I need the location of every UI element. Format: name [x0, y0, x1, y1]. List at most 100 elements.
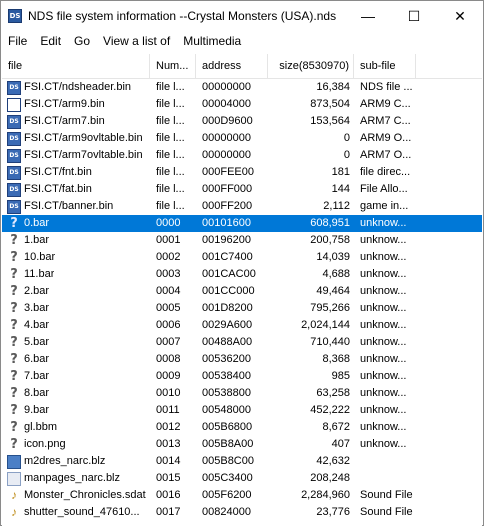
size-cell: 144: [331, 183, 350, 195]
list-item[interactable]: ? 8.bar 0010 00538800 63,258 unknow...: [2, 385, 482, 402]
unknown-icon: ?: [10, 369, 18, 384]
size-cell: 14,039: [316, 251, 350, 263]
list-item[interactable]: ? 6.bar 0008 00536200 8,368 unknow...: [2, 351, 482, 368]
list-item[interactable]: DS FSI.CT/fat.bin file l... 000FF000 144 File…: [2, 181, 482, 198]
number-cell: 0014: [156, 455, 181, 467]
file-name: 8.bar: [24, 387, 50, 399]
unknown-icon: ?: [10, 301, 18, 316]
sub-file-cell: unknow...: [360, 353, 407, 365]
column-header-sub-file[interactable]: sub-file: [354, 54, 416, 78]
list-item[interactable]: ? 9.bar 0011 00548000 452,222 unknow...: [2, 402, 482, 419]
ds-icon: DS: [7, 131, 21, 146]
app-window: DS NDS file system information --Crystal…: [0, 0, 484, 526]
sub-file-cell: unknow...: [360, 387, 407, 399]
unknown-icon: ?: [10, 267, 18, 282]
sub-file-cell: ARM9 O...: [360, 132, 412, 144]
list-item[interactable]: FSI.CT/arm9.bin file l... 00004000 873,504 A…: [2, 96, 482, 113]
unknown-icon: ?: [10, 318, 18, 333]
number-cell: 0011: [156, 404, 180, 416]
list-item[interactable]: DS FSI.CT/banner.bin file l... 000FF200 2,11…: [2, 198, 482, 215]
number-cell: 0009: [156, 370, 181, 382]
menu-file[interactable]: File: [1, 31, 33, 51]
address-cell: 000FF200: [202, 200, 253, 212]
size-cell: 2,112: [323, 200, 350, 212]
menu-edit[interactable]: Edit: [33, 31, 67, 51]
ds-icon: DS: [7, 165, 21, 180]
list-item[interactable]: ♪ Monster_Chronicles.sdat 0016 005F6200 2,28…: [2, 487, 482, 504]
file-name: 6.bar: [24, 353, 50, 365]
list-item[interactable]: ? icon.png 0013 005B8A00 407 unknow...: [2, 436, 482, 453]
column-header-size[interactable]: size(8530970): [268, 54, 354, 78]
unknown-icon: ?: [10, 284, 18, 299]
list-item[interactable]: ? 2.bar 0004 001CC000 49,464 unknow...: [2, 283, 482, 300]
sub-file-cell: ARM9 C...: [360, 98, 411, 110]
list-item[interactable]: DS FSI.CT/arm7ovltable.bin file l... 000000…: [2, 147, 482, 164]
size-cell: 42,632: [316, 455, 350, 467]
file-name: shutter_sound_47610...: [24, 506, 140, 518]
column-header-address[interactable]: address: [196, 54, 268, 78]
list-item[interactable]: ? 0.bar 0000 00101600 608,951 unknow...: [2, 215, 482, 232]
list-item[interactable]: DS FSI.CT/ndsheader.bin file l... 00000000 1…: [2, 79, 482, 96]
size-cell: 0: [343, 149, 350, 161]
list-item[interactable]: ? 4.bar 0006 0029A600 2,024,144 unknow...: [2, 317, 482, 334]
number-cell: 0007: [156, 336, 181, 348]
list-header: file Num... address size(8530970) sub-fi…: [2, 54, 482, 79]
list-item[interactable]: DS FSI.CT/arm9ovltable.bin file l... 000000…: [2, 130, 482, 147]
address-cell: 00004000: [202, 98, 251, 110]
list-item[interactable]: ? 1.bar 0001 00196200 200,758 unknow...: [2, 232, 482, 249]
address-cell: 001CAC00: [202, 268, 256, 280]
title-bar[interactable]: DS NDS file system information --Crystal…: [1, 1, 483, 31]
arm9-icon: [7, 97, 21, 112]
size-cell: 452,222: [310, 404, 350, 416]
menu-multimedia[interactable]: Multimedia: [176, 31, 247, 51]
size-cell: 795,266: [310, 302, 350, 314]
list-item[interactable]: manpages_narc.blz 0015 005C3400 208,248: [2, 470, 482, 487]
list-item[interactable]: ? 3.bar 0005 001D8200 795,266 unknow...: [2, 300, 482, 317]
number-cell: 0010: [156, 387, 181, 399]
size-cell: 985: [331, 370, 350, 382]
list-item[interactable]: m2dres_narc.blz 0014 005B8C00 42,632: [2, 453, 482, 470]
file-cell: DS FSI.CT/fat.bin: [2, 181, 150, 198]
file-list[interactable]: file Num... address size(8530970) sub-fi…: [2, 54, 482, 526]
list-item[interactable]: ? 10.bar 0002 001C7400 14,039 unknow...: [2, 249, 482, 266]
number-cell: file l...: [156, 183, 185, 195]
file-name: m2dres_narc.blz: [24, 455, 106, 467]
menu-view-list[interactable]: View a list of: [96, 31, 176, 51]
address-cell: 005B8A00: [202, 438, 254, 450]
list-item[interactable]: ♪ shutter_sound_47610... 0017 00824000 23,77…: [2, 504, 482, 521]
number-cell: 0015: [156, 472, 181, 484]
list-item[interactable]: ? gl.bbm 0012 005B6800 8,672 unknow...: [2, 419, 482, 436]
list-item[interactable]: DS FSI.CT/fnt.bin file l... 000FEE00 181 file…: [2, 164, 482, 181]
file-cell: ? 11.bar: [2, 266, 150, 283]
unknown-icon: ?: [10, 352, 18, 367]
list-item[interactable]: ? 7.bar 0009 00538400 985 unknow...: [2, 368, 482, 385]
close-button[interactable]: ✕: [437, 1, 483, 31]
sub-file-cell: unknow...: [360, 421, 407, 433]
minimize-button[interactable]: —: [345, 1, 391, 31]
maximize-button[interactable]: ☐: [391, 1, 437, 31]
file-cell: ♪ shutter_sound_47610...: [2, 504, 150, 521]
file-name: Monster_Chronicles.sdat: [24, 489, 146, 501]
file-name: 2.bar: [24, 285, 50, 297]
number-cell: 0001: [156, 234, 181, 246]
list-item[interactable]: ? 11.bar 0003 001CAC00 4,688 unknow...: [2, 266, 482, 283]
address-cell: 00548000: [202, 404, 251, 416]
file-name: FSI.CT/arm9.bin: [24, 98, 105, 110]
list-item[interactable]: ? 5.bar 0007 00488A00 710,440 unknow...: [2, 334, 482, 351]
sub-file-cell: Sound File: [360, 489, 413, 501]
sub-file-cell: unknow...: [360, 217, 407, 229]
number-cell: file l...: [156, 132, 185, 144]
address-cell: 00538800: [202, 387, 251, 399]
list-item[interactable]: DS FSI.CT/arm7.bin file l... 000D9600 153,56…: [2, 113, 482, 130]
list-body: DS FSI.CT/ndsheader.bin file l... 00000000 1…: [2, 79, 482, 521]
menu-go[interactable]: Go: [67, 31, 96, 51]
ds-icon: DS: [7, 114, 21, 129]
file-cell: ? 8.bar: [2, 385, 150, 402]
column-header-number[interactable]: Num...: [150, 54, 196, 78]
menu-bar: File Edit Go View a list of Multimedia: [1, 31, 483, 51]
column-header-file[interactable]: file: [2, 54, 150, 78]
file-cell: ? 3.bar: [2, 300, 150, 317]
file-name: 0.bar: [24, 217, 50, 229]
number-cell: 0008: [156, 353, 181, 365]
sub-file-cell: unknow...: [360, 319, 407, 331]
